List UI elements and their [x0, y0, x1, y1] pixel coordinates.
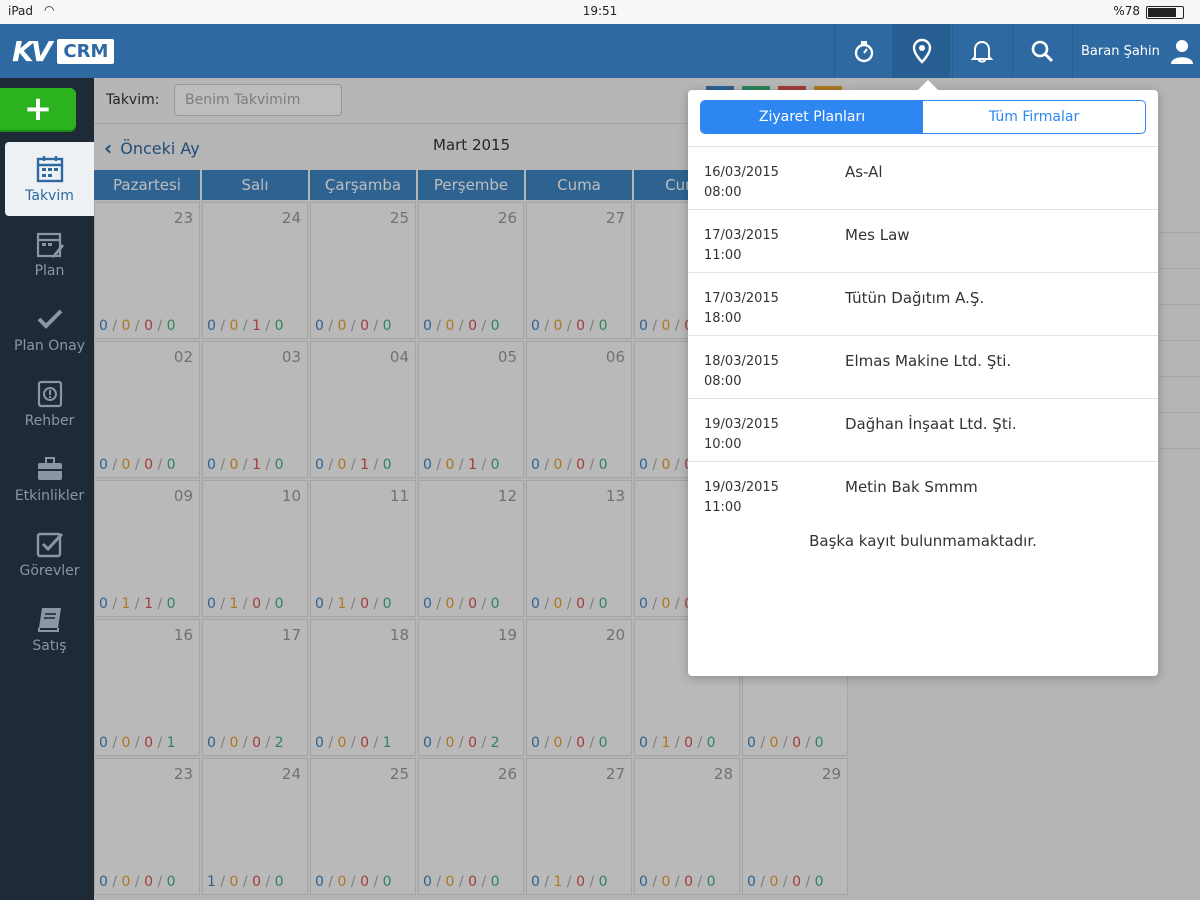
visit-time: 08:00: [704, 374, 742, 389]
logo-mark: KV: [12, 34, 52, 68]
location-button[interactable]: [892, 24, 950, 78]
company-name: Dağhan İnşaat Ltd. Şti.: [845, 415, 1017, 433]
visit-datetime: 19/03/2015 11:00: [704, 478, 779, 518]
tab-ziyaret-planlari[interactable]: Ziyaret Planları: [701, 101, 923, 133]
sidebar-item-label: Satış: [32, 638, 67, 654]
tab-tum-firmalar[interactable]: Tüm Firmalar: [923, 101, 1145, 133]
list-item[interactable]: 16/03/2015 08:00 As-Al: [688, 146, 1158, 209]
location-pin-icon: [912, 38, 931, 64]
search-icon: [1031, 40, 1053, 63]
sidebar-item-plan[interactable]: Plan: [5, 217, 94, 291]
sidebar-item-label: Plan: [34, 263, 65, 279]
battery-percent: %78: [1113, 4, 1140, 18]
visit-plans-popover: Ziyaret Planları Tüm Firmalar 16/03/2015…: [688, 80, 1158, 676]
app-logo[interactable]: KV CRM: [12, 34, 115, 68]
visit-date: 19/03/2015: [704, 417, 779, 432]
visit-datetime: 19/03/2015 10:00: [704, 415, 779, 455]
list-item[interactable]: 18/03/2015 08:00 Elmas Makine Ltd. Şti.: [688, 335, 1158, 398]
stopwatch-button[interactable]: [834, 24, 892, 78]
visit-date: 18/03/2015: [704, 354, 779, 369]
sidebar-item-label: Etkinlikler: [14, 488, 85, 504]
task-check-icon: [36, 532, 63, 558]
sidebar-item-takvim[interactable]: Takvim: [5, 142, 94, 216]
visit-datetime: 17/03/2015 11:00: [704, 226, 779, 266]
popover-arrow: [918, 80, 938, 90]
notifications-button[interactable]: [952, 24, 1010, 78]
sidebar-item-rehber[interactable]: Rehber: [5, 367, 94, 441]
list-item[interactable]: 19/03/2015 11:00 Metin Bak Smmm: [688, 461, 1158, 524]
visit-time: 11:00: [704, 500, 742, 515]
company-name: Mes Law: [845, 226, 910, 244]
clock: 19:51: [582, 4, 618, 18]
sidebar-item-plan-onay[interactable]: Plan Onay: [5, 292, 94, 366]
sidebar: + Takvim Plan Plan Onay Rehber Etkinlikl…: [0, 78, 94, 900]
visit-date: 17/03/2015: [704, 228, 779, 243]
list-item[interactable]: 17/03/2015 18:00 Tütün Dağıtım A.Ş.: [688, 272, 1158, 335]
visit-time: 18:00: [704, 311, 742, 326]
visit-datetime: 17/03/2015 18:00: [704, 289, 779, 329]
sidebar-item-gorevler[interactable]: Görevler: [5, 517, 94, 591]
user-name: Baran Şahin: [1081, 43, 1160, 59]
segmented-control: Ziyaret Planları Tüm Firmalar: [700, 100, 1146, 134]
top-bar: KV CRM Baran Şahin: [0, 24, 1200, 78]
status-bar: iPad ◠ 19:51 %78: [0, 0, 1200, 24]
visit-date: 16/03/2015: [704, 165, 779, 180]
briefcase-icon: [37, 457, 62, 480]
stopwatch-icon: [854, 41, 873, 63]
sidebar-item-label: Görevler: [19, 563, 80, 579]
user-avatar-icon: [1170, 40, 1193, 64]
battery-icon: [1146, 6, 1184, 19]
visit-date: 19/03/2015: [704, 480, 779, 495]
contacts-icon: [37, 380, 62, 408]
plan-calendar-icon: [36, 232, 64, 258]
visit-datetime: 16/03/2015 08:00: [704, 163, 779, 203]
sidebar-item-etkinlikler[interactable]: Etkinlikler: [5, 442, 94, 516]
sidebar-item-satis[interactable]: Satış: [5, 592, 94, 666]
visit-time: 08:00: [704, 185, 742, 200]
company-name: Tütün Dağıtım A.Ş.: [845, 289, 985, 307]
logo-text: CRM: [57, 38, 115, 64]
visit-date: 17/03/2015: [704, 291, 779, 306]
visit-datetime: 18/03/2015 08:00: [704, 352, 779, 392]
bell-icon: [970, 40, 993, 63]
company-name: As-Al: [845, 163, 883, 181]
company-name: Metin Bak Smmm: [845, 478, 978, 496]
no-more-records-text: Başka kayıt bulunmamaktadır.: [809, 532, 1037, 550]
calendar-icon: [36, 156, 63, 183]
add-button[interactable]: +: [0, 88, 76, 130]
list-item[interactable]: 19/03/2015 10:00 Dağhan İnşaat Ltd. Şti.: [688, 398, 1158, 461]
sidebar-item-label: Takvim: [25, 188, 74, 204]
checkmark-icon: [37, 309, 62, 329]
visit-time: 10:00: [704, 437, 742, 452]
search-button[interactable]: [1012, 24, 1070, 78]
user-menu[interactable]: Baran Şahin: [1072, 24, 1200, 78]
list-item[interactable]: 17/03/2015 11:00 Mes Law: [688, 209, 1158, 272]
sidebar-item-label: Plan Onay: [14, 338, 85, 354]
sidebar-item-label: Rehber: [24, 413, 75, 429]
visit-plan-list: 16/03/2015 08:00 As-Al 17/03/2015 11:00 Me…: [688, 146, 1158, 524]
visit-time: 11:00: [704, 248, 742, 263]
book-icon: [37, 608, 61, 632]
company-name: Elmas Makine Ltd. Şti.: [845, 352, 1012, 370]
